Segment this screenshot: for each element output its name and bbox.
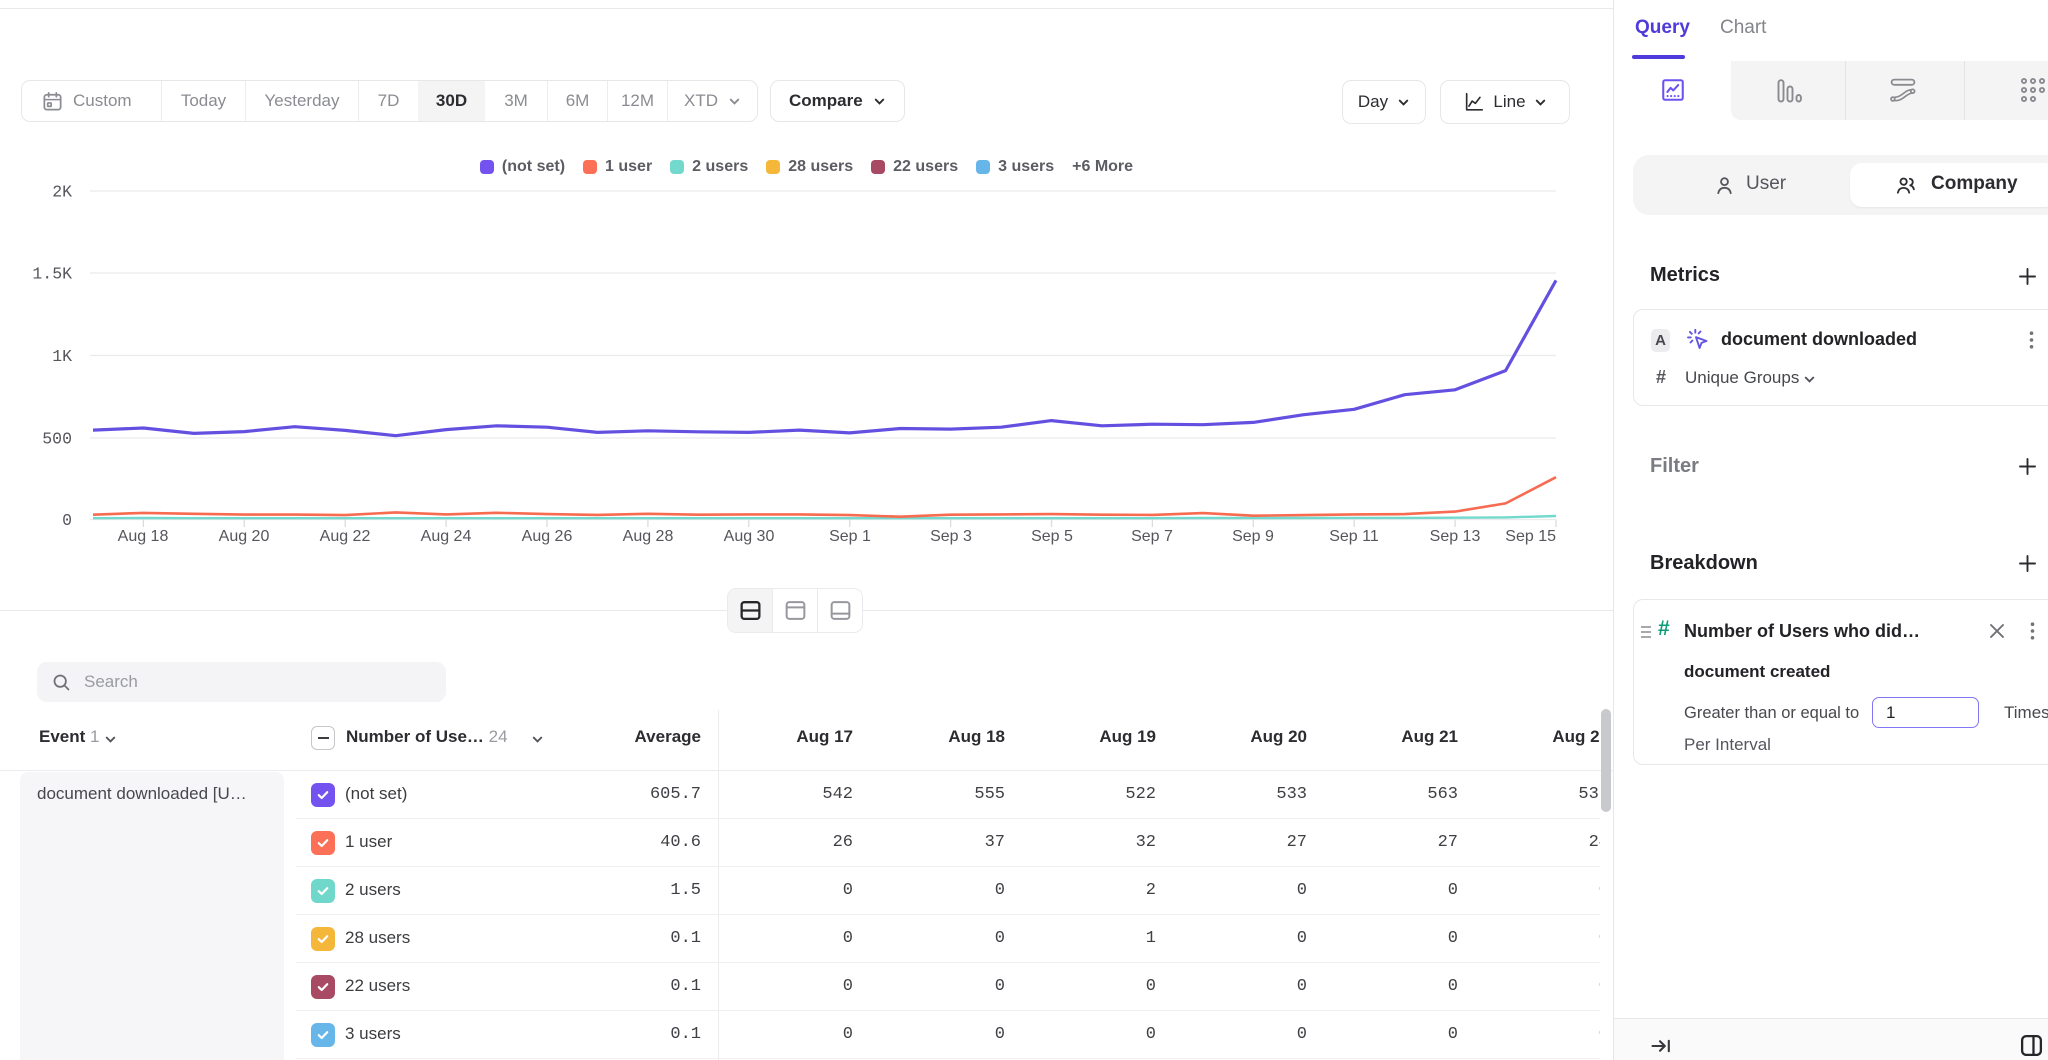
svg-text:1.5K: 1.5K bbox=[32, 265, 72, 284]
svg-text:2K: 2K bbox=[52, 183, 72, 202]
svg-text:1K: 1K bbox=[52, 347, 72, 366]
svg-text:500: 500 bbox=[42, 430, 72, 449]
